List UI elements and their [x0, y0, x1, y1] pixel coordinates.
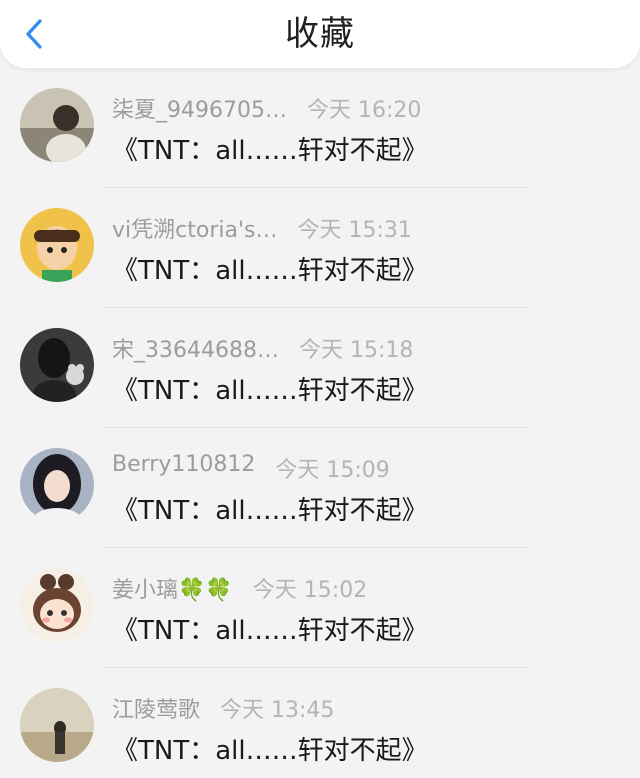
girl-portrait-avatar-icon[interactable] [20, 448, 94, 522]
list-item[interactable]: 姜小璃🍀🍀 今天 15:02 《TNT：all……轩对不起》 [0, 548, 640, 668]
item-meta: vi凭溯ctoria's… 今天 15:31 [112, 212, 412, 244]
author-name[interactable]: 江陵莺歌 [112, 692, 200, 724]
page-title: 收藏 [285, 14, 355, 54]
item-meta: 柒夏_9496705… 今天 16:20 [112, 92, 422, 124]
item-meta: 江陵莺歌 今天 13:45 [112, 692, 335, 724]
item-title[interactable]: 《TNT：all……轩对不起》 [112, 490, 428, 527]
dark-portrait-avatar-icon[interactable] [20, 328, 94, 402]
timestamp: 今天 15:18 [298, 338, 414, 363]
author-name[interactable]: vi凭溯ctoria's… [112, 212, 277, 244]
item-title[interactable]: 《TNT：all……轩对不起》 [112, 250, 428, 287]
timestamp: 今天 15:09 [275, 458, 390, 483]
item-title[interactable]: 《TNT：all……轩对不起》 [112, 730, 428, 767]
landscape-avatar-icon[interactable] [20, 688, 94, 762]
top-bar: 收藏 [0, 0, 640, 68]
list-item[interactable]: 宋_33644688… 今天 15:18 《TNT：all……轩对不起》 [0, 308, 640, 428]
item-title[interactable]: 《TNT：all……轩对不起》 [112, 370, 428, 407]
list-item[interactable]: vi凭溯ctoria's… 今天 15:31 《TNT：all……轩对不起》 [0, 188, 640, 308]
item-meta: Berry110812 今天 15:09 [112, 452, 390, 483]
cartoon-girl-avatar-icon[interactable] [20, 568, 94, 642]
author-name[interactable]: 宋_33644688… [112, 332, 279, 364]
cartoon-boy-avatar-icon[interactable] [20, 208, 94, 282]
author-name[interactable]: Berry110812 [112, 452, 255, 477]
favorites-list: 柒夏_9496705… 今天 16:20 《TNT：all……轩对不起》 vi凭溯… [0, 68, 640, 778]
portrait-avatar-icon[interactable] [20, 88, 94, 162]
timestamp: 今天 15:31 [297, 218, 412, 243]
list-item[interactable]: Berry110812 今天 15:09 《TNT：all……轩对不起》 [0, 428, 640, 548]
item-title[interactable]: 《TNT：all……轩对不起》 [112, 130, 428, 167]
list-item[interactable]: 柒夏_9496705… 今天 16:20 《TNT：all……轩对不起》 [0, 68, 640, 188]
timestamp: 今天 15:02 [252, 578, 368, 603]
author-name[interactable]: 姜小璃🍀🍀 [112, 572, 233, 604]
timestamp: 今天 13:45 [220, 698, 335, 723]
author-name[interactable]: 柒夏_9496705… [112, 92, 287, 124]
item-meta: 宋_33644688… 今天 15:18 [112, 332, 414, 364]
list-item[interactable]: 江陵莺歌 今天 13:45 《TNT：all……轩对不起》 [0, 668, 640, 778]
item-title[interactable]: 《TNT：all……轩对不起》 [112, 610, 428, 647]
timestamp: 今天 16:20 [306, 98, 422, 123]
item-meta: 姜小璃🍀🍀 今天 15:02 [112, 572, 368, 604]
